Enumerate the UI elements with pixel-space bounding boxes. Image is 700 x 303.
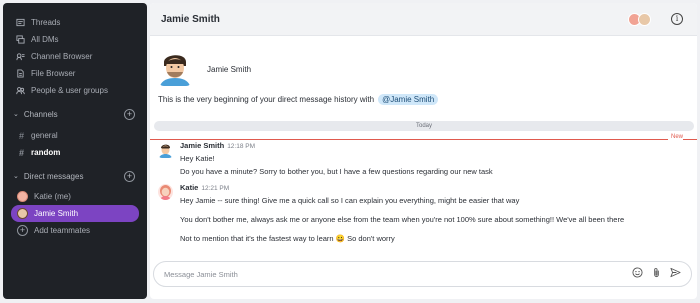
add-dm-icon[interactable]: + (124, 170, 135, 182)
new-messages-label: New (667, 134, 683, 140)
message-input[interactable] (164, 269, 584, 279)
info-icon[interactable]: i (671, 13, 683, 25)
date-divider: Today (154, 121, 694, 131)
emoji-icon[interactable] (632, 265, 643, 283)
nav-all-dms-label: All DMs (31, 35, 59, 44)
avatar (17, 191, 28, 202)
app-window: Threads All DMs Channel Browser File Bro… (0, 0, 700, 303)
dm-item-jamie-smith[interactable]: Jamie Smith (11, 205, 139, 222)
file-browser-icon (15, 69, 25, 79)
add-teammates-button[interactable]: + Add teammates (3, 222, 147, 239)
message-time: 12:21 PM (201, 185, 230, 192)
message-author[interactable]: Katie (180, 183, 198, 192)
message-header: Jamie Smith 12:18 PM (180, 141, 255, 150)
nav-people-label: People & user groups (31, 86, 108, 95)
conversation-header: Jamie Smith i (150, 3, 697, 36)
avatar (158, 50, 192, 86)
avatar (158, 184, 173, 200)
dms-section-header[interactable]: ⌄ Direct messages + (3, 168, 147, 184)
plus-circle-icon: + (17, 225, 28, 236)
send-icon[interactable] (670, 265, 681, 283)
avatar (638, 12, 651, 26)
dm-label: Jamie Smith (34, 209, 79, 218)
channel-item-general[interactable]: # general (3, 127, 147, 144)
new-messages-line (150, 139, 697, 140)
all-dms-icon (15, 35, 25, 45)
add-teammates-label: Add teammates (34, 226, 91, 235)
channels-section-header[interactable]: ⌄ Channels + (3, 106, 147, 122)
conversation-pane: Jamie Smith i Jamie Smith This is the ve… (150, 3, 697, 299)
dms-section-label: Direct messages (23, 171, 84, 181)
message-line: Hey Jamie -- sure thing! Give me a quick… (180, 196, 520, 205)
nav-all-dms[interactable]: All DMs (3, 31, 147, 48)
avatar (158, 142, 173, 158)
chevron-down-icon: ⌄ (13, 111, 19, 118)
channel-browser-icon (15, 52, 25, 62)
message-time: 12:18 PM (227, 143, 256, 150)
message-line: Not to mention that it's the fastest way… (180, 234, 395, 243)
message-line: You don't bother me, always ask me or an… (180, 215, 625, 224)
message-header: Katie 12:21 PM (180, 183, 229, 192)
channels-section-label: Channels (23, 109, 58, 119)
nav-file-browser[interactable]: File Browser (3, 65, 147, 82)
threads-icon (15, 18, 25, 28)
nav-channel-browser-label: Channel Browser (31, 52, 93, 61)
nav-threads-label: Threads (31, 18, 61, 27)
avatar (17, 208, 28, 219)
nav-people[interactable]: People & user groups (3, 82, 147, 99)
nav-threads[interactable]: Threads (3, 14, 147, 31)
people-icon (15, 86, 25, 96)
message-composer (153, 261, 692, 287)
nav-file-browser-label: File Browser (31, 69, 76, 78)
attachment-icon[interactable] (651, 265, 662, 283)
dm-label: Katie (me) (34, 192, 71, 201)
dm-item-katie[interactable]: Katie (me) (11, 188, 139, 205)
nav-channel-browser[interactable]: Channel Browser (3, 48, 147, 65)
channel-item-random[interactable]: # random (3, 144, 147, 161)
channel-label: general (31, 131, 58, 140)
conversation-title: Jamie Smith (161, 13, 220, 25)
sidebar: Threads All DMs Channel Browser File Bro… (3, 3, 147, 299)
user-mention[interactable]: @Jamie Smith (378, 94, 439, 105)
intro-name: Jamie Smith (207, 65, 252, 74)
add-channel-icon[interactable]: + (124, 108, 135, 120)
message-line: Hey Katie! (180, 154, 215, 163)
message-line: Do you have a minute? Sorry to bother yo… (180, 167, 493, 176)
hash-icon: # (19, 147, 25, 158)
beginning-label: This is the very beginning of your direc… (158, 95, 375, 104)
hash-icon: # (19, 130, 25, 141)
message-author[interactable]: Jamie Smith (180, 141, 224, 150)
history-beginning-text: This is the very beginning of your direc… (158, 94, 439, 105)
dm-intro: Jamie Smith (158, 50, 251, 86)
channel-label: random (31, 148, 61, 157)
participants-avatars[interactable] (628, 12, 651, 26)
chevron-down-icon: ⌄ (13, 173, 19, 180)
